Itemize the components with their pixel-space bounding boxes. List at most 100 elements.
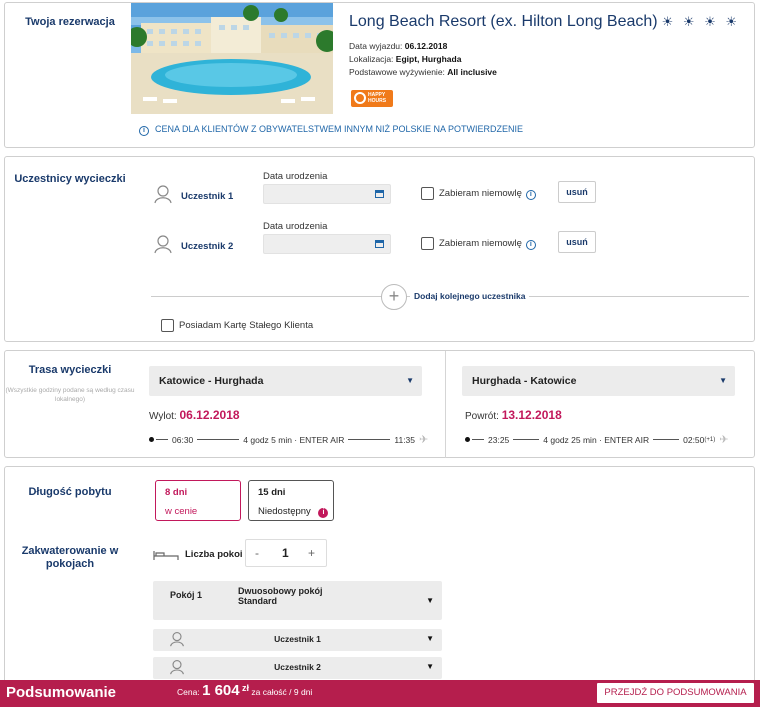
inbound-route-value: Hurghada - Katowice (472, 375, 577, 387)
info-icon[interactable]: i (525, 190, 536, 200)
calendar-icon[interactable] (375, 190, 384, 198)
inbound-flight-info: 4 godz 25 min · ENTER AIR (543, 434, 650, 445)
stay-option-title: 15 dni (258, 487, 286, 498)
price-value: 1 604 (202, 682, 240, 699)
bed-icon (153, 551, 179, 560)
infant-label: Zabieram niemowlę i (439, 188, 536, 200)
badge-line2: HOURS (368, 98, 387, 104)
outbound-route-select[interactable]: Katowice - Hurghada ▼ (149, 366, 422, 396)
summary-title: Podsumowanie (6, 684, 117, 701)
departure-label: Data wyjazdu: (349, 41, 403, 51)
reservation-section-label: Twoja rezerwacja (25, 16, 115, 28)
decrease-rooms-button[interactable]: - (255, 546, 259, 560)
participant-row: Uczestnik 1 Data urodzenia Zabieram niem… (153, 171, 613, 226)
room-participant-name: Uczestnik 1 (274, 634, 321, 644)
remove-participant-button[interactable]: usuń (558, 181, 596, 203)
board-label: Podstawowe wyżywienie: (349, 67, 445, 77)
summary-bar: Podsumowanie Cena: 1 604 zł za całość / … (0, 680, 760, 707)
departure-dot-icon (465, 437, 470, 442)
outbound-flight: Katowice - Hurghada ▼ Wylot: 06.12.2018 … (5, 351, 445, 457)
loyalty-card-checkbox[interactable] (161, 319, 174, 332)
remove-participant-button[interactable]: usuń (558, 231, 596, 253)
infant-checkbox[interactable] (421, 237, 434, 250)
stay-option-title: 8 dni (165, 487, 188, 498)
price-currency: zł (241, 683, 249, 694)
room-participant-select[interactable]: Uczestnik 2 ▼ (153, 657, 442, 679)
stay-option-sub: w cenie (165, 506, 198, 517)
stay-option-sub: Niedostępny (258, 506, 311, 517)
dropdown-arrow-icon: ▼ (406, 376, 414, 385)
participant-name: Uczestnik 1 (181, 191, 234, 202)
route-section: Trasa wycieczki (Wszystkie godziny podan… (4, 350, 755, 458)
dob-field[interactable] (263, 234, 391, 254)
inbound-date: Powrót: 13.12.2018 (465, 408, 562, 422)
stay-option-8[interactable]: 8 dni w cenie (155, 480, 241, 521)
outbound-date: Wylot: 06.12.2018 (149, 408, 240, 422)
inbound-dep-time: 23:25 (488, 434, 510, 445)
stay-option-15[interactable]: 15 dni Niedostępny i (248, 480, 334, 521)
dob-field[interactable] (263, 184, 391, 204)
info-icon[interactable]: i (525, 240, 536, 250)
room-type-value: Dwuosobowy pokój Standard (238, 586, 323, 606)
departure-dot-icon (149, 437, 154, 442)
room-type-select[interactable]: Pokój 1 Dwuosobowy pokój Standard ▼ (153, 581, 442, 620)
infant-label-text: Zabieram niemowlę (439, 188, 522, 199)
dropdown-arrow-icon: ▼ (426, 662, 434, 671)
infant-label-text: Zabieram niemowlę (439, 238, 522, 249)
plane-icon: ✈ (419, 434, 429, 446)
inbound-timeline: 23:25 4 godz 25 min · ENTER AIR 02:50 (+1… (465, 433, 728, 446)
price-suffix: za całość / 9 dni (251, 687, 313, 697)
room-label: Pokój 1 (170, 590, 203, 600)
plane-icon: ✈ (719, 434, 729, 446)
info-icon[interactable]: i (318, 508, 329, 518)
person-icon (154, 235, 172, 254)
loyalty-card-label[interactable]: Posiadam Kartę Stałego Klienta (179, 320, 313, 331)
room-participant-name: Uczestnik 2 (274, 662, 321, 672)
calendar-icon[interactable] (375, 240, 384, 248)
outbound-timeline: 06:30 4 godz 5 min · ENTER AIR 11:35 ✈ (149, 433, 428, 446)
increase-rooms-button[interactable]: + (308, 546, 315, 560)
outbound-route-value: Katowice - Hurghada (159, 375, 264, 387)
add-participant-plus-icon[interactable]: + (381, 284, 407, 310)
hotel-stars-icon: ☀ ☀ ☀ ☀ (661, 14, 741, 29)
outbound-flight-info: 4 godz 5 min · ENTER AIR (243, 434, 345, 445)
add-participant-link[interactable]: Dodaj kolejnego uczestnika (410, 291, 530, 301)
location-value: Egipt, Hurghada (395, 54, 462, 64)
inbound-arr-time: 02:50 (683, 434, 705, 445)
stay-section: Długość pobytu 8 dni w cenie 15 dni Nied… (4, 466, 755, 684)
rooms-count-value: 1 (282, 546, 289, 560)
inbound-date-label: Powrót: (465, 411, 499, 422)
outbound-date-value: 06.12.2018 (179, 408, 240, 422)
room-participant-select[interactable]: Uczestnik 1 ▼ (153, 629, 442, 651)
participants-section-label: Uczestnicy wycieczki (14, 173, 126, 185)
price-label: Cena: (177, 687, 200, 697)
citizenship-notice: i CENA DLA KLIENTÓW Z OBYWATELSTWEM INNYM… (139, 124, 523, 136)
rooms-count-label: Liczba pokoi (185, 549, 243, 560)
inbound-date-value: 13.12.2018 (501, 408, 562, 422)
location-label: Lokalizacja: (349, 54, 394, 64)
person-icon (154, 185, 172, 204)
go-to-summary-button[interactable]: PRZEJDŹ DO PODSUMOWANIA (597, 683, 754, 703)
participant-row: Uczestnik 2 Data urodzenia Zabieram niem… (153, 221, 613, 276)
rooms-count-stepper: - 1 + (245, 539, 327, 567)
hotel-details: Data wyjazdu: 06.12.2018 Lokalizacja: Eg… (349, 40, 497, 79)
reservation-section: Twoja rezerwacja Long Beach Resort (ex. … (4, 2, 755, 148)
dropdown-arrow-icon: ▼ (426, 634, 434, 643)
infant-checkbox[interactable] (421, 187, 434, 200)
participant-name: Uczestnik 2 (181, 241, 234, 252)
inbound-route-select[interactable]: Hurghada - Katowice ▼ (462, 366, 735, 396)
departure-value: 06.12.2018 (404, 41, 448, 51)
hotel-photo[interactable] (131, 3, 333, 114)
outbound-arr-time: 11:35 (394, 434, 416, 445)
outbound-dep-time: 06:30 (172, 434, 194, 445)
happy-hours-badge: HAPPY HOURS (351, 90, 393, 107)
dob-label: Data urodzenia (263, 221, 328, 232)
hotel-name: Long Beach Resort (ex. Hilton Long Beach… (349, 13, 658, 30)
outbound-date-label: Wylot: (149, 411, 177, 422)
hotel-title[interactable]: Long Beach Resort (ex. Hilton Long Beach… (349, 13, 740, 31)
dropdown-arrow-icon: ▼ (719, 376, 727, 385)
info-icon: i (139, 126, 149, 136)
inbound-arr-next-day: (+1) (704, 436, 716, 443)
infant-label: Zabieram niemowlę i (439, 238, 536, 250)
inbound-flight: Hurghada - Katowice ▼ Powrót: 13.12.2018… (446, 351, 754, 457)
